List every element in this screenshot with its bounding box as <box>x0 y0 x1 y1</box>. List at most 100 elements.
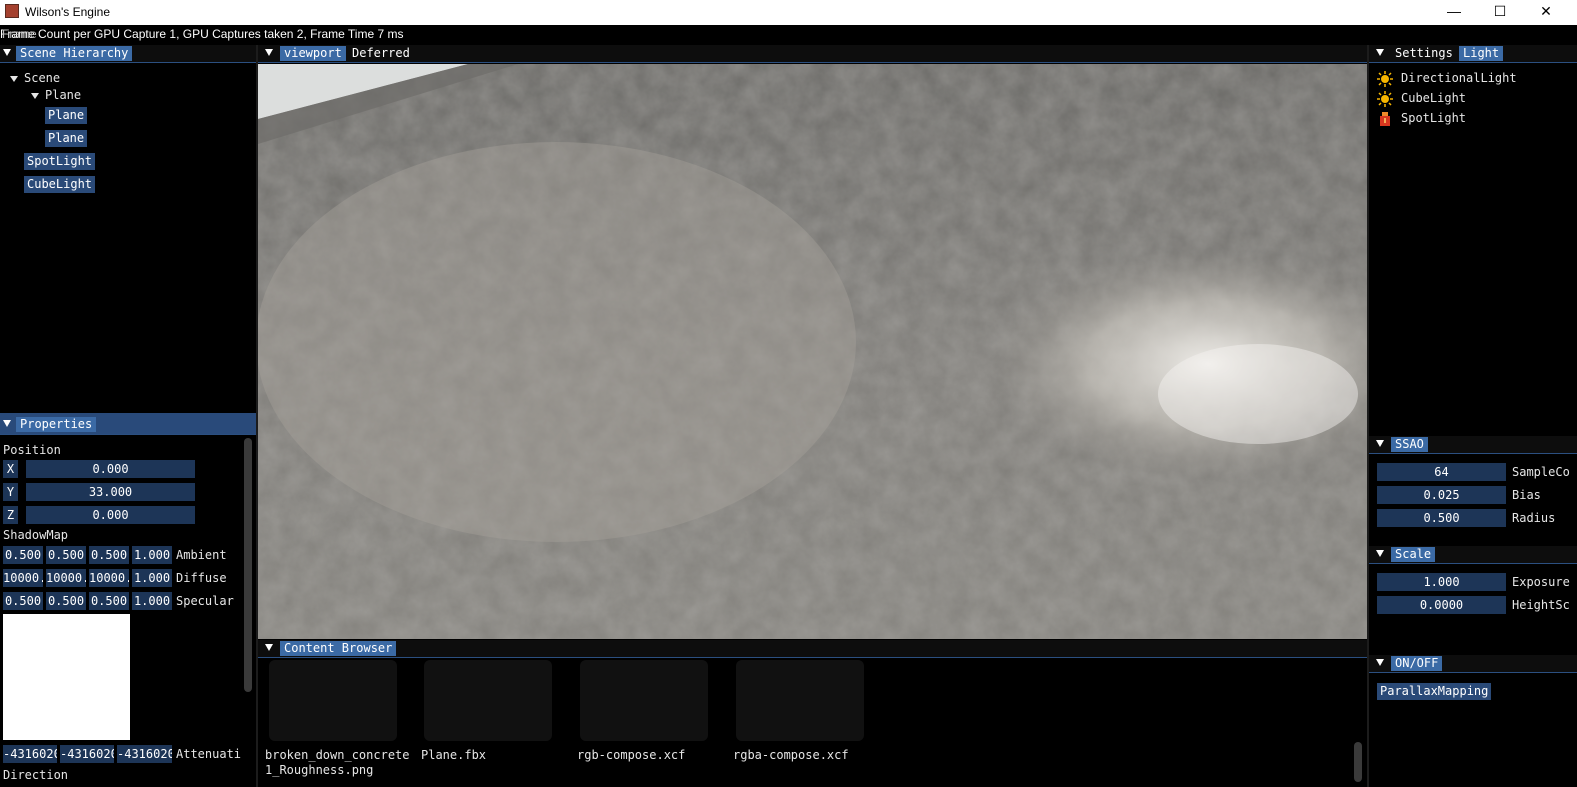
minimize-button[interactable]: — <box>1431 0 1477 25</box>
collapse-arrow-icon[interactable] <box>3 420 11 427</box>
file-thumbnail[interactable] <box>736 660 864 741</box>
ssao-radius-input[interactable]: 0.500 <box>1377 509 1506 527</box>
left-horizontal-splitter[interactable] <box>0 413 256 416</box>
expand-caret-icon[interactable] <box>10 75 18 82</box>
properties-panel: Properties Position X 0.000 Y 33.000 Z 0… <box>0 416 256 787</box>
tree-item-cubelight[interactable]: CubeLight <box>24 176 96 193</box>
file-thumbnail[interactable] <box>424 660 552 741</box>
collapse-arrow-icon[interactable] <box>3 49 11 56</box>
tab-scale[interactable]: Scale <box>1391 547 1436 562</box>
frame-status-bar: Frame Count per GPU Capture 1, GPU Captu… <box>0 25 1577 44</box>
maximize-button[interactable]: ☐ <box>1477 0 1523 25</box>
diffuse-r-input[interactable]: 10000. <box>3 569 43 587</box>
tab-deferred[interactable]: Deferred <box>348 46 414 61</box>
left-splitter[interactable] <box>256 45 258 787</box>
ssao-samplecount-label: SampleCo <box>1512 465 1570 479</box>
tree-item-plane-2[interactable]: Plane <box>45 130 88 147</box>
attenuation-quadratic-input[interactable]: -4316020 <box>117 745 172 763</box>
viewport-tabbar: viewport Deferred <box>258 45 1367 63</box>
file-name-label[interactable]: broken_down_concrete 1_Roughness.png <box>265 748 410 778</box>
viewport-render[interactable] <box>258 64 1367 639</box>
frame-stats-text: Frame Count per GPU Capture 1, GPU Captu… <box>0 27 404 41</box>
collapse-arrow-icon[interactable] <box>1376 440 1384 447</box>
shadowmap-label: ShadowMap <box>3 528 69 542</box>
tab-properties[interactable]: Properties <box>16 417 97 432</box>
onoff-tabbar: ON/OFF <box>1369 655 1577 673</box>
diffuse-b-input[interactable]: 10000. <box>89 569 129 587</box>
light-item-cube[interactable]: CubeLight <box>1401 91 1466 105</box>
y-axis-button[interactable]: Y <box>3 483 18 501</box>
ssao-bias-input[interactable]: 0.025 <box>1377 486 1506 504</box>
tab-ssao[interactable]: SSAO <box>1391 437 1428 452</box>
directional-light-icon <box>1377 71 1393 87</box>
heightscale-label: HeightSc <box>1512 598 1570 612</box>
scene-hierarchy-tabbar: Scene Hierarchy <box>0 45 256 63</box>
diffuse-a-input[interactable]: 1.000 <box>132 569 172 587</box>
ssao-radius-label: Radius <box>1512 511 1556 525</box>
collapse-arrow-icon[interactable] <box>265 49 273 56</box>
direction-label: Direction <box>3 768 69 782</box>
ambient-g-input[interactable]: 0.500 <box>46 546 86 564</box>
tab-content-browser[interactable]: Content Browser <box>280 641 397 656</box>
spot-light-icon <box>1380 112 1390 126</box>
z-axis-button[interactable]: Z <box>3 506 18 524</box>
window-title: Wilson's Engine <box>25 5 110 19</box>
cube-light-icon <box>1377 91 1393 107</box>
ssao-samplecount-input[interactable]: 64 <box>1377 463 1506 481</box>
file-name-label[interactable]: rgba-compose.xcf <box>733 748 849 763</box>
tree-item-spotlight[interactable]: SpotLight <box>24 153 96 170</box>
tab-light[interactable]: Light <box>1459 46 1504 61</box>
app-icon <box>5 4 19 18</box>
tree-node-plane[interactable]: Plane <box>31 88 81 102</box>
tree-item-plane-1[interactable]: Plane <box>45 107 88 124</box>
parallax-mapping-toggle[interactable]: ParallaxMapping <box>1377 683 1492 700</box>
viewport-header: viewport Deferred <box>258 45 1367 64</box>
ambient-label: Ambient <box>176 548 227 562</box>
position-x-input[interactable]: 0.000 <box>26 460 195 478</box>
attenuation-label: Attenuati <box>176 747 242 761</box>
ambient-a-input[interactable]: 1.000 <box>132 546 172 564</box>
position-y-input[interactable]: 33.000 <box>26 483 195 501</box>
attenuation-linear-input[interactable]: -4316020 <box>60 745 114 763</box>
properties-scrollbar[interactable] <box>244 438 252 692</box>
content-browser-scrollbar[interactable] <box>1354 742 1362 782</box>
window-titlebar: Wilson's Engine — ☐ ✕ <box>0 0 1577 25</box>
specular-g-input[interactable]: 0.500 <box>46 592 86 610</box>
expand-caret-icon[interactable] <box>31 92 39 99</box>
specular-a-input[interactable]: 1.000 <box>132 592 172 610</box>
diffuse-g-input[interactable]: 10000. <box>46 569 86 587</box>
position-label: Position <box>3 443 61 457</box>
tab-scene-hierarchy[interactable]: Scene Hierarchy <box>16 46 133 61</box>
specular-b-input[interactable]: 0.500 <box>89 592 129 610</box>
heightscale-input[interactable]: 0.0000 <box>1377 596 1506 614</box>
collapse-arrow-icon[interactable] <box>1376 550 1384 557</box>
file-name-label[interactable]: rgb-compose.xcf <box>577 748 685 763</box>
shadowmap-preview-image <box>3 614 130 740</box>
file-thumbnail[interactable] <box>580 660 708 741</box>
light-item-spot[interactable]: SpotLight <box>1401 111 1466 125</box>
diffuse-label: Diffuse <box>176 571 227 585</box>
scene-hierarchy-panel: Scene Hierarchy Scene Plane Plane Plane … <box>0 45 256 413</box>
file-thumbnail[interactable] <box>269 660 397 741</box>
attenuation-constant-input[interactable]: -4316020 <box>3 745 57 763</box>
file-name-label[interactable]: Plane.fbx <box>421 748 486 763</box>
tab-onoff[interactable]: ON/OFF <box>1391 656 1443 671</box>
collapse-arrow-icon[interactable] <box>265 644 273 651</box>
position-z-input[interactable]: 0.000 <box>26 506 195 524</box>
exposure-input[interactable]: 1.000 <box>1377 573 1506 591</box>
close-button[interactable]: ✕ <box>1523 0 1569 25</box>
ambient-b-input[interactable]: 0.500 <box>89 546 129 564</box>
specular-r-input[interactable]: 0.500 <box>3 592 43 610</box>
light-item-directional[interactable]: DirectionalLight <box>1401 71 1517 85</box>
tab-settings[interactable]: Settings <box>1391 46 1457 61</box>
right-splitter[interactable] <box>1367 45 1369 787</box>
content-browser-tabbar: Content Browser <box>258 640 1367 658</box>
ssao-tabbar: SSAO <box>1369 436 1577 454</box>
properties-tabbar: Properties <box>0 416 256 435</box>
collapse-arrow-icon[interactable] <box>1376 659 1384 666</box>
x-axis-button[interactable]: X <box>3 460 18 478</box>
collapse-arrow-icon[interactable] <box>1376 49 1384 56</box>
tab-viewport[interactable]: viewport <box>280 46 346 61</box>
tree-node-scene[interactable]: Scene <box>10 71 60 85</box>
ambient-r-input[interactable]: 0.500 <box>3 546 43 564</box>
